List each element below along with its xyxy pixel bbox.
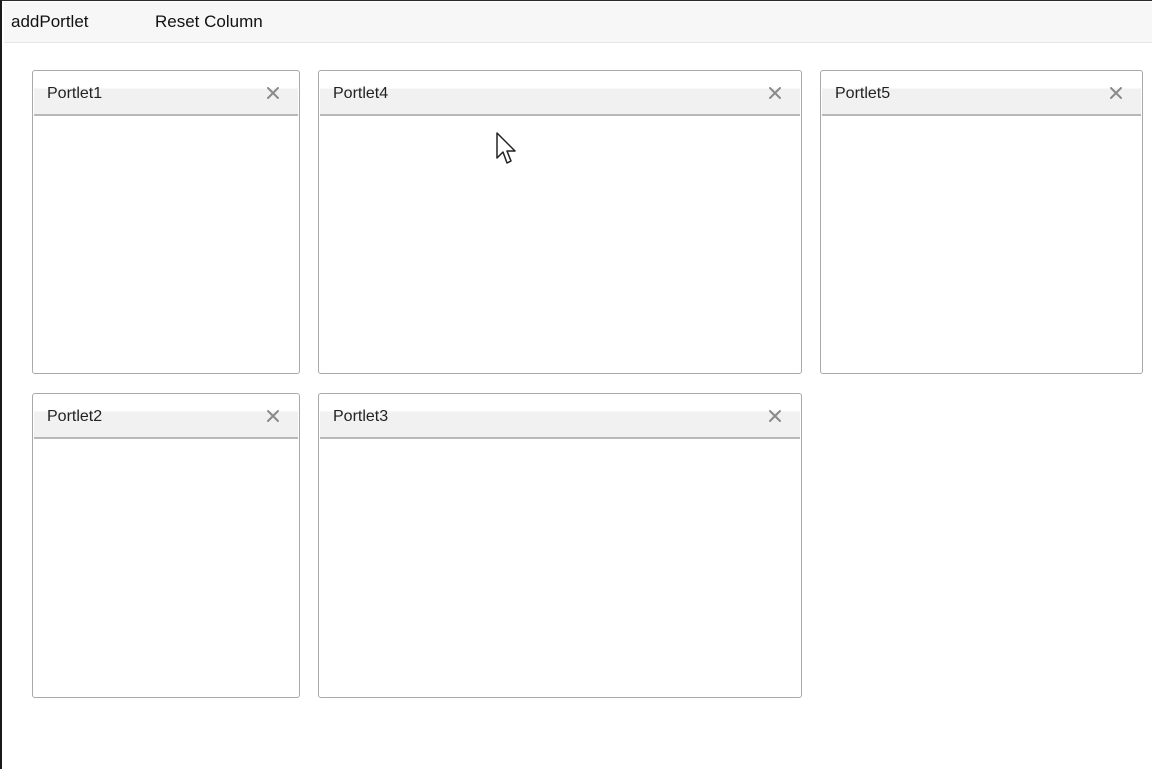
portlet-header[interactable]: Portlet1 xyxy=(34,72,298,116)
portlet-title: Portlet3 xyxy=(333,408,389,425)
portlet-title: Portlet5 xyxy=(835,85,891,102)
close-icon[interactable] xyxy=(767,408,783,424)
portlet-header[interactable]: Portlet5 xyxy=(822,72,1141,116)
close-icon[interactable] xyxy=(767,85,783,101)
portlet-2: Portlet2 xyxy=(32,393,300,698)
portlet-title: Portlet2 xyxy=(47,408,103,425)
portlet-4: Portlet4 xyxy=(318,70,802,374)
portlet-title: Portlet1 xyxy=(47,85,103,102)
close-icon[interactable] xyxy=(1108,85,1124,101)
close-icon[interactable] xyxy=(265,85,281,101)
portlet-header[interactable]: Portlet3 xyxy=(320,395,800,439)
portlet-1: Portlet1 xyxy=(32,70,300,374)
close-icon[interactable] xyxy=(265,408,281,424)
add-portlet-button[interactable]: addPortlet xyxy=(11,2,89,42)
portlet-header[interactable]: Portlet4 xyxy=(320,72,800,116)
app-frame: addPortlet Reset Column Portlet1 Portlet… xyxy=(0,0,1152,769)
portlet-5: Portlet5 xyxy=(820,70,1143,374)
portlet-header[interactable]: Portlet2 xyxy=(34,395,298,439)
portlet-title: Portlet4 xyxy=(333,85,389,102)
toolbar: addPortlet Reset Column xyxy=(4,2,1152,43)
reset-column-button[interactable]: Reset Column xyxy=(155,2,263,42)
portlet-3: Portlet3 xyxy=(318,393,802,698)
